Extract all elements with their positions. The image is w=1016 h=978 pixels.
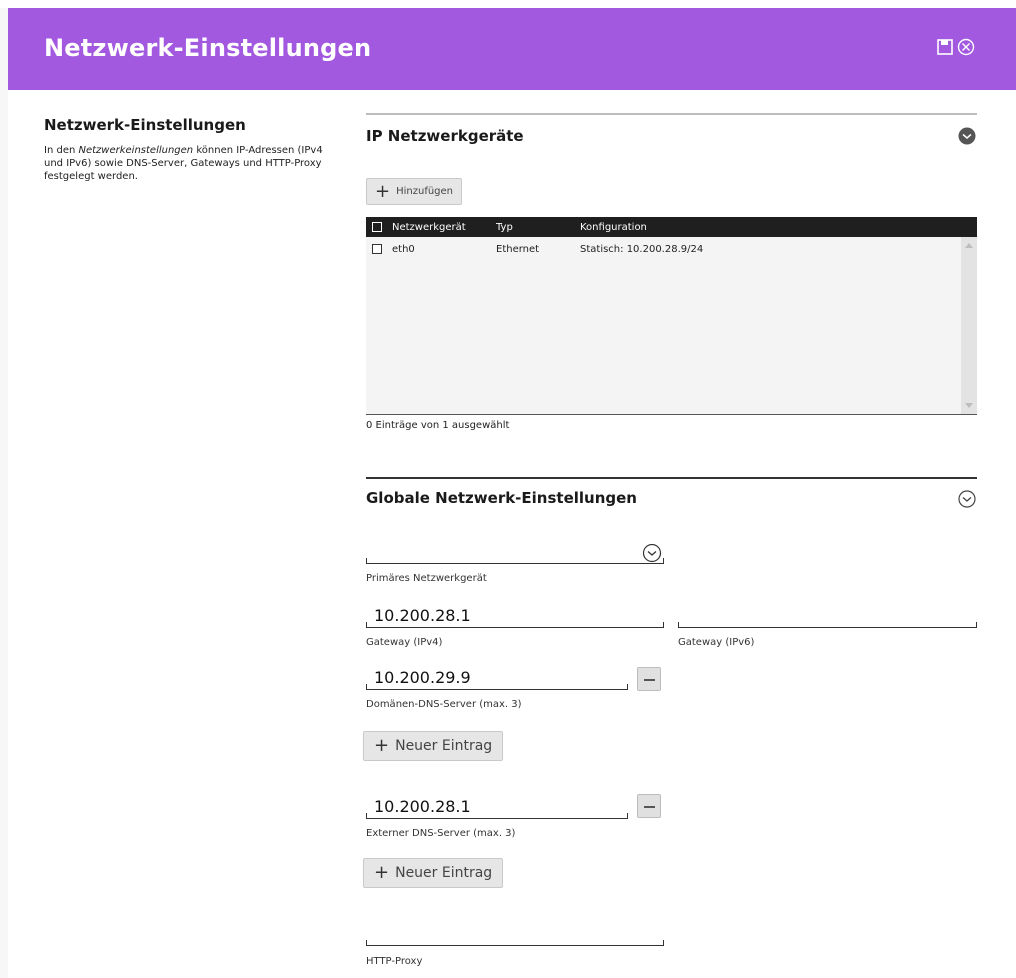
window-header: Netzwerk-Einstellungen xyxy=(8,8,1016,90)
add-domain-dns-label: Neuer Eintrag xyxy=(395,738,493,754)
collapse-icon[interactable] xyxy=(958,127,976,145)
plus-icon: + xyxy=(374,735,390,756)
gateway-ipv6-label: Gateway (IPv6) xyxy=(678,637,755,648)
external-dns-label: Externer DNS-Server (max. 3) xyxy=(366,828,516,839)
row-config: Statisch: 10.200.28.9/24 xyxy=(580,244,704,255)
remove-external-dns-button[interactable] xyxy=(637,794,661,818)
primary-device-select[interactable] xyxy=(366,542,664,564)
row-type: Ethernet xyxy=(496,244,540,255)
add-domain-dns-button[interactable]: + Neuer Eintrag xyxy=(363,731,504,761)
http-proxy-label: HTTP-Proxy xyxy=(366,956,423,967)
window-title: Netzwerk-Einstellungen xyxy=(44,34,372,62)
table-bottom-line xyxy=(366,414,977,415)
add-external-dns-label: Neuer Eintrag xyxy=(395,865,493,881)
sidebar-description: Netzwerk-Einstellungen In den Netzwerkei… xyxy=(44,116,324,183)
section-divider xyxy=(366,477,977,479)
chevron-down-icon[interactable] xyxy=(642,543,662,568)
domain-dns-input[interactable]: 10.200.29.9 xyxy=(366,668,628,690)
devices-table: Netzwerkgerät Typ Konfiguration eth0 Eth… xyxy=(366,217,977,414)
close-circle-icon[interactable] xyxy=(956,38,976,58)
global-section-title: Globale Netzwerk-Einstellungen xyxy=(366,489,637,507)
header-actions xyxy=(936,38,976,58)
section-divider xyxy=(366,113,977,115)
minus-icon xyxy=(644,806,655,808)
add-device-button[interactable]: + Hinzufügen xyxy=(366,178,463,205)
description-italic: Netzwerkeinstellungen xyxy=(78,145,194,156)
description-prefix: In den xyxy=(44,145,79,156)
remove-domain-dns-button[interactable] xyxy=(637,667,661,691)
domain-dns-value: 10.200.29.9 xyxy=(374,668,471,687)
row-device: eth0 xyxy=(392,244,415,255)
add-device-label: Hinzufügen xyxy=(396,186,454,197)
column-header-type[interactable]: Typ xyxy=(496,222,513,233)
sidebar-heading: Netzwerk-Einstellungen xyxy=(44,116,246,134)
sidebar-text: In den Netzwerkeinstellungen können IP-A… xyxy=(44,144,324,183)
minus-icon xyxy=(644,679,655,681)
ip-section-title: IP Netzwerkgeräte xyxy=(366,127,524,145)
row-checkbox[interactable] xyxy=(372,244,382,254)
gateway-ipv4-input[interactable]: 10.200.28.1 xyxy=(366,606,664,628)
gateway-ipv6-input[interactable] xyxy=(678,606,977,628)
table-scrollbar[interactable] xyxy=(961,237,977,414)
add-external-dns-button[interactable]: + Neuer Eintrag xyxy=(363,858,504,888)
collapse-icon[interactable] xyxy=(958,490,976,508)
http-proxy-input[interactable] xyxy=(366,924,664,946)
domain-dns-label: Domänen-DNS-Server (max. 3) xyxy=(366,699,522,710)
gateway-ipv4-label: Gateway (IPv4) xyxy=(366,637,443,648)
external-dns-value: 10.200.28.1 xyxy=(374,797,471,816)
scroll-down-icon[interactable] xyxy=(965,403,973,408)
column-header-config[interactable]: Konfiguration xyxy=(580,222,647,233)
table-header: Netzwerkgerät Typ Konfiguration xyxy=(366,217,977,237)
table-row[interactable]: eth0 Ethernet Statisch: 10.200.28.9/24 xyxy=(366,241,961,257)
plus-icon: + xyxy=(374,862,390,883)
selection-summary: 0 Einträge von 1 ausgewählt xyxy=(366,420,510,431)
primary-device-label: Primäres Netzwerkgerät xyxy=(366,573,487,584)
save-icon[interactable] xyxy=(936,38,954,58)
gateway-ipv4-value: 10.200.28.1 xyxy=(374,606,471,625)
scroll-up-icon[interactable] xyxy=(965,243,973,248)
select-all-checkbox[interactable] xyxy=(372,222,382,232)
column-header-device[interactable]: Netzwerkgerät xyxy=(392,222,466,233)
window-shadow xyxy=(0,8,8,978)
external-dns-input[interactable]: 10.200.28.1 xyxy=(366,797,628,819)
plus-icon: + xyxy=(375,180,391,202)
